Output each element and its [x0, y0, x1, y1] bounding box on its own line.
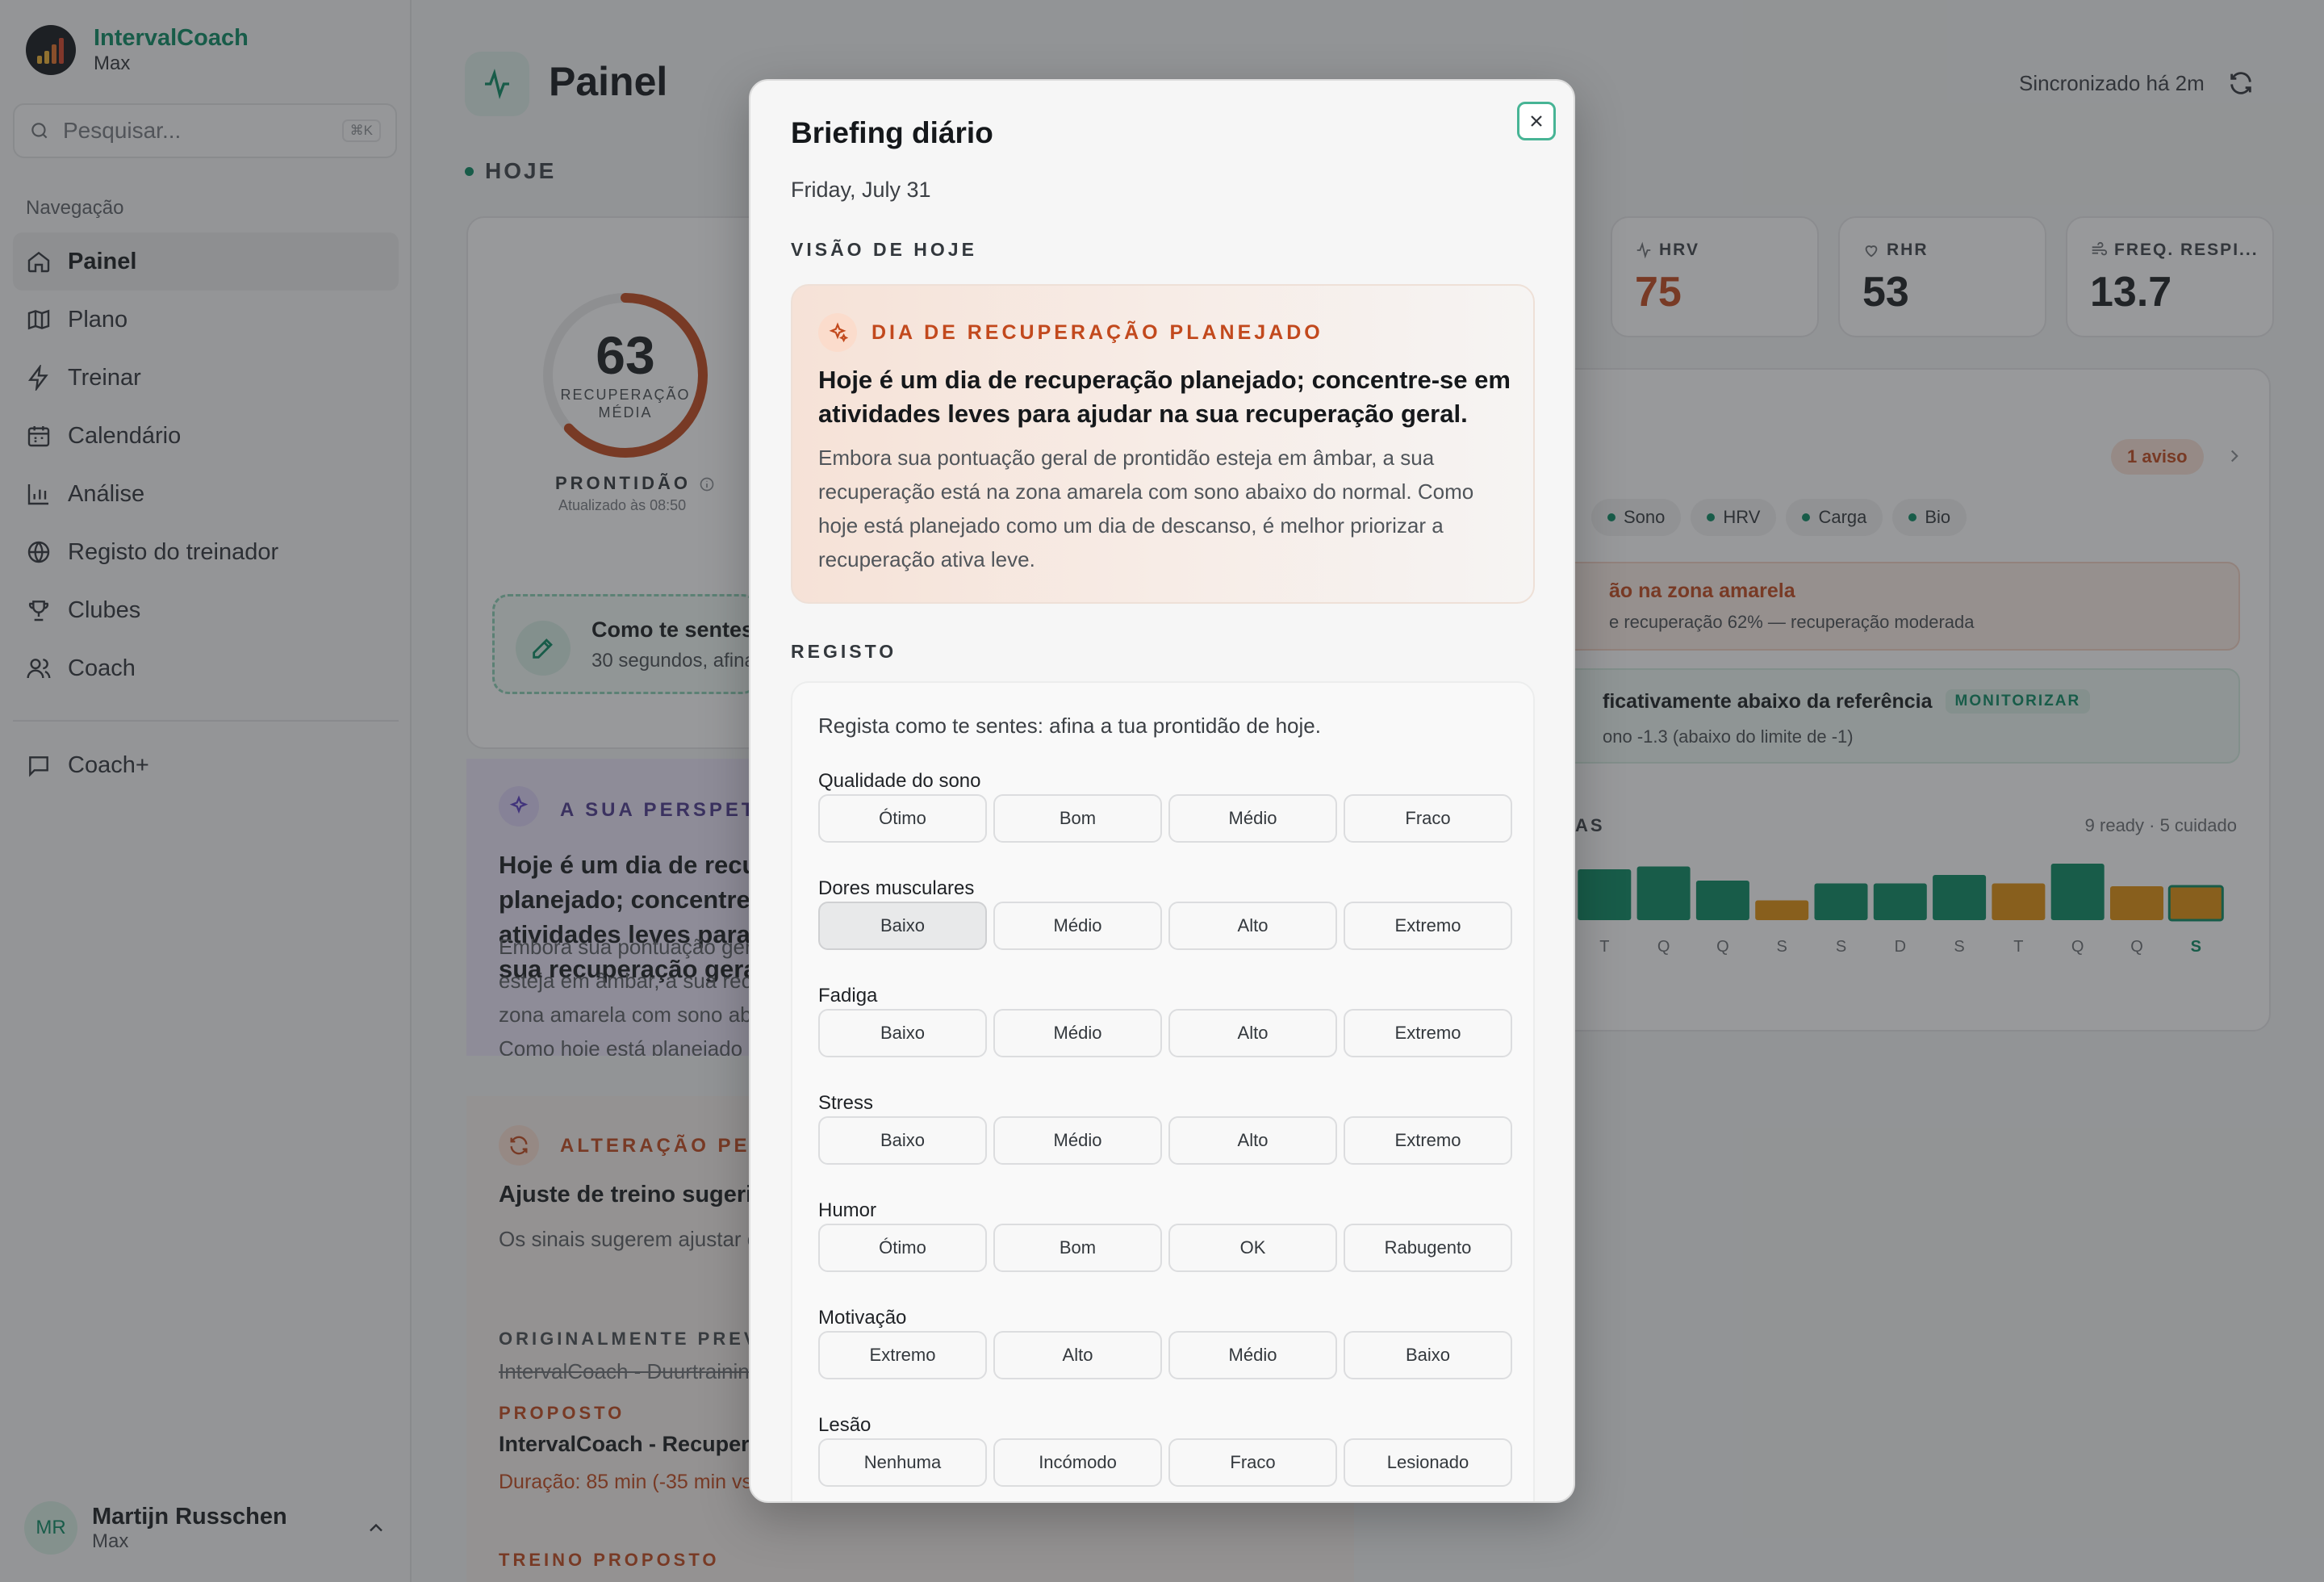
- modal-date: Friday, July 31: [791, 178, 931, 202]
- option-button[interactable]: Médio: [993, 902, 1162, 950]
- question-4: Humor Ótimo Bom OK Rabugento: [818, 1199, 1512, 1272]
- recovery-card: DIA DE RECUPERAÇÃO PLANEJADO Hoje é um d…: [791, 284, 1535, 604]
- option-button[interactable]: Lesionado: [1344, 1438, 1512, 1487]
- recovery-title: Hoje é um dia de recuperação planejado; …: [818, 366, 1511, 428]
- recovery-body: Embora sua pontuação geral de prontidão …: [818, 446, 1474, 571]
- daily-briefing-modal: Briefing diário Friday, July 31 VISÃO DE…: [749, 79, 1575, 1503]
- question-label: Motivação: [818, 1307, 907, 1329]
- question-1: Dores musculares Baixo Médio Alto Extremo: [818, 877, 1512, 950]
- option-button[interactable]: Médio: [993, 1116, 1162, 1165]
- register-intro: Regista como te sentes: afina a tua pron…: [818, 714, 1321, 738]
- option-button[interactable]: Extremo: [1344, 1116, 1512, 1165]
- question-options: Baixo Médio Alto Extremo: [818, 902, 1512, 950]
- sparkle-icon: [818, 313, 857, 352]
- question-2: Fadiga Baixo Médio Alto Extremo: [818, 985, 1512, 1057]
- option-button[interactable]: Extremo: [1344, 1009, 1512, 1057]
- option-button[interactable]: OK: [1168, 1224, 1337, 1272]
- option-button[interactable]: Extremo: [818, 1331, 987, 1379]
- option-button[interactable]: Baixo: [818, 1116, 987, 1165]
- option-button[interactable]: Baixo: [1344, 1331, 1512, 1379]
- question-options: Ótimo Bom OK Rabugento: [818, 1224, 1512, 1272]
- option-button[interactable]: Ótimo: [818, 794, 987, 843]
- option-button[interactable]: Alto: [1168, 1116, 1337, 1165]
- option-button[interactable]: Bom: [993, 1224, 1162, 1272]
- option-button[interactable]: Extremo: [1344, 902, 1512, 950]
- recovery-heading: DIA DE RECUPERAÇÃO PLANEJADO: [872, 321, 1323, 344]
- question-label: Lesão: [818, 1414, 872, 1436]
- question-label: Humor: [818, 1199, 877, 1221]
- question-5: Motivação Extremo Alto Médio Baixo: [818, 1307, 1512, 1379]
- option-button[interactable]: Alto: [993, 1331, 1162, 1379]
- option-button[interactable]: Médio: [993, 1009, 1162, 1057]
- question-options: Baixo Médio Alto Extremo: [818, 1116, 1512, 1165]
- option-button[interactable]: Alto: [1168, 1009, 1337, 1057]
- close-icon: [1531, 115, 1542, 127]
- question-label: Dores musculares: [818, 877, 975, 899]
- question-options: Extremo Alto Médio Baixo: [818, 1331, 1512, 1379]
- option-button[interactable]: Médio: [1168, 1331, 1337, 1379]
- option-button[interactable]: Nenhuma: [818, 1438, 987, 1487]
- option-button[interactable]: Médio: [1168, 794, 1337, 843]
- question-label: Stress: [818, 1092, 874, 1114]
- question-label: Fadiga: [818, 985, 878, 1007]
- question-3: Stress Baixo Médio Alto Extremo: [818, 1092, 1512, 1165]
- option-button[interactable]: Baixo: [818, 1009, 987, 1057]
- option-button[interactable]: Rabugento: [1344, 1224, 1512, 1272]
- question-6: Lesão Nenhuma Incómodo Fraco Lesionado: [818, 1414, 1512, 1487]
- register-card: Regista como te sentes: afina a tua pron…: [791, 681, 1535, 1501]
- option-button[interactable]: Fraco: [1344, 794, 1512, 843]
- question-label: Qualidade do sono: [818, 770, 981, 792]
- option-button[interactable]: Baixo: [818, 902, 987, 950]
- option-button[interactable]: Alto: [1168, 902, 1337, 950]
- close-button[interactable]: [1517, 102, 1556, 140]
- section-register-heading: REGISTO: [791, 641, 897, 662]
- option-button[interactable]: Ótimo: [818, 1224, 987, 1272]
- question-options: Baixo Médio Alto Extremo: [818, 1009, 1512, 1057]
- question-options: Ótimo Bom Médio Fraco: [818, 794, 1512, 843]
- section-today-heading: VISÃO DE HOJE: [791, 239, 977, 260]
- question-0: Qualidade do sono Ótimo Bom Médio Fraco: [818, 770, 1512, 843]
- option-button[interactable]: Fraco: [1168, 1438, 1337, 1487]
- modal-title: Briefing diário: [791, 116, 993, 149]
- question-options: Nenhuma Incómodo Fraco Lesionado: [818, 1438, 1512, 1487]
- option-button[interactable]: Bom: [993, 794, 1162, 843]
- option-button[interactable]: Incómodo: [993, 1438, 1162, 1487]
